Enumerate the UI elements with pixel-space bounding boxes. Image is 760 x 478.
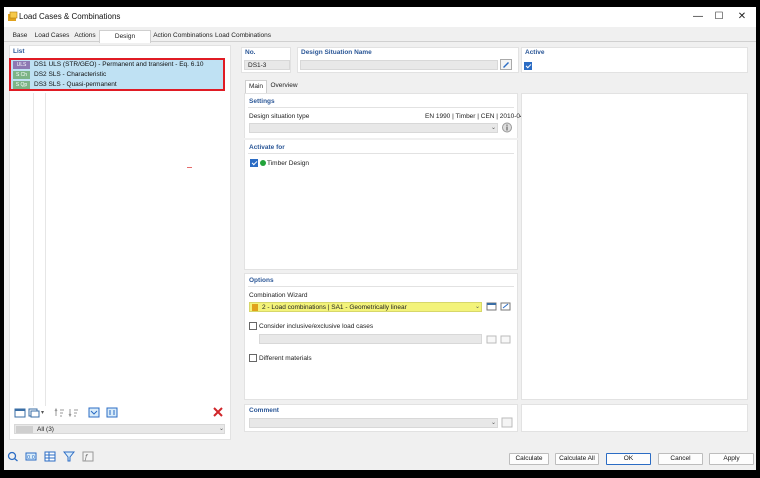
dialog-window: Load Cases & Combinations — ☐ ✕ Base Loa… bbox=[4, 7, 756, 470]
timber-design-checkbox[interactable] bbox=[250, 159, 258, 167]
preview-panel bbox=[521, 93, 748, 400]
chevron-down-icon: ⌄ bbox=[219, 426, 225, 432]
search-icon[interactable] bbox=[7, 451, 19, 462]
delete-icon[interactable] bbox=[212, 407, 224, 418]
column-divider bbox=[33, 93, 34, 406]
comment-preview-panel bbox=[521, 404, 748, 432]
filter-select[interactable]: All (3) ⌄ bbox=[14, 424, 225, 434]
active-panel bbox=[521, 47, 748, 73]
drag-marker bbox=[187, 167, 192, 168]
divider bbox=[248, 107, 514, 108]
inclusive-checkbox[interactable] bbox=[249, 322, 257, 330]
number-field[interactable]: DS1-3 bbox=[244, 60, 290, 70]
calculate-button[interactable]: Calculate bbox=[509, 453, 549, 465]
combination-wizard-select[interactable]: 2 - Load combinations | SA1 - Geometrica… bbox=[249, 302, 482, 312]
title-bar: Load Cases & Combinations — ☐ ✕ bbox=[4, 7, 756, 27]
comment-header: Comment bbox=[249, 407, 279, 414]
subtab-main[interactable]: Main bbox=[245, 80, 267, 93]
chevron-down-icon: ⌄ bbox=[491, 420, 497, 426]
tab-load-combinations[interactable]: Load Combinations bbox=[215, 30, 271, 42]
table-icon[interactable] bbox=[44, 451, 56, 462]
settings-header: Settings bbox=[249, 98, 275, 105]
status-dot-icon bbox=[260, 160, 266, 166]
different-materials-checkbox[interactable] bbox=[249, 354, 257, 362]
name-label: Design Situation Name bbox=[301, 49, 372, 56]
chevron-down-icon: ⌄ bbox=[475, 304, 481, 310]
info-icon[interactable] bbox=[501, 122, 513, 133]
subtab-overview[interactable]: Overview bbox=[269, 80, 299, 92]
edit-name-icon[interactable] bbox=[500, 59, 512, 70]
divider bbox=[248, 153, 514, 154]
tab-base[interactable]: Base bbox=[10, 30, 30, 42]
wizard-color-swatch bbox=[252, 304, 258, 311]
divider bbox=[248, 286, 514, 287]
calculate-all-button[interactable]: Calculate All bbox=[555, 453, 599, 465]
activate-header: Activate for bbox=[249, 144, 285, 151]
tab-actions[interactable]: Actions bbox=[73, 30, 97, 42]
design-situation-standard: EN 1990 | Timber | CEN | 2010-04 bbox=[425, 113, 524, 120]
chevron-down-icon: ⌄ bbox=[491, 125, 497, 131]
active-label: Active bbox=[525, 49, 545, 56]
chevron-down-icon[interactable]: ▾ bbox=[41, 409, 44, 416]
units-icon[interactable]: 0.0 bbox=[25, 451, 37, 462]
design-situation-type-label: Design situation type bbox=[249, 113, 310, 120]
sort-down-icon[interactable] bbox=[68, 407, 80, 418]
copy-item-icon[interactable] bbox=[28, 407, 40, 418]
filter-icon[interactable] bbox=[63, 451, 75, 462]
tab-design-situations[interactable]: Design Situations bbox=[99, 30, 151, 52]
app-icon bbox=[8, 11, 18, 21]
filter-value: All (3) bbox=[37, 426, 54, 433]
different-materials-label: Different materials bbox=[259, 355, 312, 362]
sort-up-icon[interactable] bbox=[54, 407, 66, 418]
number-label: No. bbox=[245, 49, 256, 56]
window-title: Load Cases & Combinations bbox=[19, 12, 121, 21]
svg-text:0.0: 0.0 bbox=[27, 455, 35, 461]
apply-button[interactable]: Apply bbox=[709, 453, 754, 465]
minimize-icon[interactable]: — bbox=[690, 10, 706, 24]
edit-inclusive-icon[interactable] bbox=[500, 334, 512, 345]
combination-wizard-label: Combination Wizard bbox=[249, 292, 308, 299]
new-inclusive-icon[interactable] bbox=[486, 334, 498, 345]
new-wizard-icon[interactable] bbox=[486, 301, 498, 312]
new-item-icon[interactable] bbox=[14, 407, 26, 418]
inclusive-select[interactable] bbox=[259, 334, 482, 344]
reorder-icon[interactable] bbox=[106, 407, 118, 418]
combination-wizard-value: 2 - Load combinations | SA1 - Geometrica… bbox=[262, 304, 407, 311]
filter-color-swatch bbox=[16, 426, 33, 433]
selection-highlight bbox=[9, 58, 225, 91]
cancel-button[interactable]: Cancel bbox=[658, 453, 703, 465]
close-icon[interactable]: ✕ bbox=[734, 10, 750, 24]
main-tabs: Base Load Cases Actions Design Situation… bbox=[4, 28, 756, 52]
ok-button[interactable]: OK bbox=[606, 453, 651, 465]
section-gap bbox=[244, 138, 518, 140]
design-situation-type-select[interactable]: ⌄ bbox=[249, 123, 498, 133]
column-divider bbox=[45, 93, 46, 406]
edit-wizard-icon[interactable] bbox=[500, 301, 512, 312]
active-checkbox[interactable] bbox=[524, 62, 532, 70]
renumber-icon[interactable] bbox=[88, 407, 100, 418]
name-field[interactable] bbox=[300, 60, 498, 70]
tab-load-cases[interactable]: Load Cases bbox=[34, 30, 70, 42]
list-panel bbox=[9, 45, 231, 440]
inclusive-label: Consider inclusive/exclusive load cases bbox=[259, 323, 374, 330]
comment-field[interactable]: ⌄ bbox=[249, 418, 498, 428]
formula-icon[interactable]: f bbox=[82, 451, 94, 462]
maximize-icon[interactable]: ☐ bbox=[711, 10, 727, 24]
list-header: List bbox=[13, 48, 25, 55]
tab-action-combinations[interactable]: Action Combinations bbox=[153, 30, 213, 42]
comment-edit-icon[interactable] bbox=[501, 417, 513, 428]
timber-design-label: Timber Design bbox=[267, 160, 310, 167]
options-header: Options bbox=[249, 277, 274, 284]
